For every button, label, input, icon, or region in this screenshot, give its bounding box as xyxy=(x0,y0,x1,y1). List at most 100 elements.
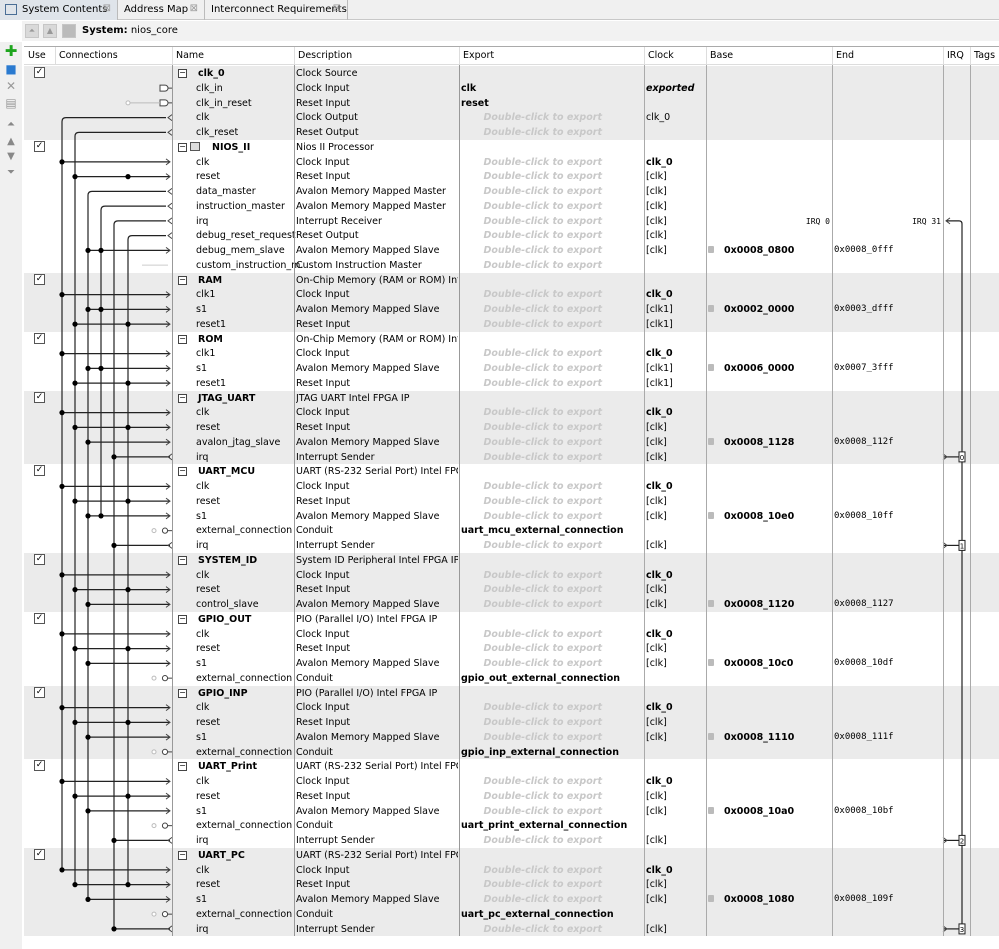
connection-dot xyxy=(85,601,91,608)
column-separator xyxy=(644,47,645,65)
irq-number: 0 xyxy=(960,454,964,462)
irq-bus-line xyxy=(946,220,963,929)
system-title: System: nios_core xyxy=(82,25,178,36)
conduit-unconnected-dot xyxy=(151,749,157,755)
column-header-use[interactable]: Use xyxy=(24,50,55,64)
tab-label: Address Map xyxy=(124,4,189,15)
column-header-export[interactable]: Export xyxy=(459,50,644,64)
connection-dot xyxy=(72,174,78,180)
move-top-icon[interactable]: ⏶ xyxy=(4,118,18,132)
connection-dot xyxy=(59,705,65,711)
column-header-tags[interactable]: Tags xyxy=(970,50,999,64)
connection-dot xyxy=(72,793,78,799)
column-divider xyxy=(294,65,295,936)
net-line-reset xyxy=(74,131,166,885)
connection-dot xyxy=(98,513,104,519)
connection-dot xyxy=(72,646,78,652)
conduit-icon xyxy=(161,675,169,682)
hierarchy-icon[interactable] xyxy=(62,24,76,38)
column-separator xyxy=(970,47,971,65)
conduit-unconnected-dot xyxy=(151,823,157,829)
system-bar: ⏶ ▲ System: nios_core xyxy=(22,21,999,41)
connection-dot xyxy=(125,882,131,888)
column-divider xyxy=(970,65,971,936)
up-button[interactable]: ▲ xyxy=(43,24,57,38)
conduit-icon xyxy=(161,527,169,534)
column-header-end[interactable]: End xyxy=(832,50,943,64)
tab-system-contents[interactable]: System Contents ⊠ xyxy=(0,0,118,20)
connection-dot xyxy=(98,247,104,253)
connection-dot xyxy=(111,542,117,548)
conduit-unconnected-dot xyxy=(151,911,157,917)
connection-dot xyxy=(59,159,65,165)
close-tab-icon[interactable]: ⊠ xyxy=(103,3,111,14)
export-icon xyxy=(159,99,172,107)
connection-dot xyxy=(72,380,78,386)
move-bottom-icon[interactable]: ⏷ xyxy=(4,166,18,180)
connection-dot xyxy=(111,454,117,460)
connection-dot xyxy=(85,660,91,667)
connection-dot xyxy=(111,926,117,932)
column-header-description[interactable]: Description xyxy=(294,50,459,64)
column-header-name[interactable]: Name xyxy=(172,50,294,64)
move-down-icon[interactable]: ▼ xyxy=(4,150,18,164)
remove-icon[interactable]: ✕ xyxy=(4,79,18,93)
column-header-base[interactable]: Base xyxy=(706,50,832,64)
irq-number: 3 xyxy=(960,926,964,934)
edit-icon[interactable]: ▤ xyxy=(4,96,18,110)
connection-dot xyxy=(111,837,117,844)
connection-dot xyxy=(125,498,131,504)
close-tab-icon[interactable]: ⊠ xyxy=(190,3,198,14)
conduit-unconnected-dot xyxy=(151,528,157,534)
column-separator xyxy=(294,47,295,65)
connection-dot xyxy=(59,631,65,637)
column-separator xyxy=(55,47,56,65)
connect-icon[interactable]: ■ xyxy=(4,62,18,76)
connection-dot xyxy=(125,380,131,386)
conduit-unconnected-dot xyxy=(151,675,157,681)
connection-dot xyxy=(72,498,78,504)
tab-interconnect-requirements[interactable]: Interconnect Requirements ⊠ xyxy=(205,0,348,20)
connection-dot xyxy=(85,513,91,519)
connection-dot xyxy=(125,424,131,430)
connection-dot xyxy=(59,483,65,489)
column-header-irq[interactable]: IRQ xyxy=(943,50,970,64)
connection-dot xyxy=(85,734,91,740)
table-header: Use Connections Name Description Export Clock… xyxy=(24,47,999,65)
connection-dot xyxy=(59,778,65,785)
connection-dot xyxy=(125,646,131,652)
column-separator xyxy=(832,47,833,65)
move-up-icon[interactable]: ▲ xyxy=(4,135,18,149)
collapse-top-button[interactable]: ⏶ xyxy=(25,24,39,38)
connection-dot xyxy=(59,867,65,873)
unconnected-dot xyxy=(125,100,131,106)
connection-dot xyxy=(125,587,131,593)
conduit-icon xyxy=(161,911,169,918)
add-icon[interactable]: ✚ xyxy=(4,44,18,59)
connection-dot xyxy=(85,439,91,445)
system-contents-icon xyxy=(5,4,17,15)
column-header-connections[interactable]: Connections xyxy=(55,50,172,64)
connection-dot xyxy=(59,351,65,357)
conduit-icon xyxy=(161,748,169,756)
connection-dot xyxy=(59,572,65,578)
irq-number: 1 xyxy=(960,542,964,550)
connection-dot xyxy=(125,174,131,180)
connection-dot xyxy=(85,808,91,814)
close-tab-icon[interactable]: ⊠ xyxy=(333,3,341,14)
system-name: nios_core xyxy=(130,25,178,36)
connections-diagram: 0 1 2 3 xyxy=(59,84,966,935)
connection-dot xyxy=(125,719,131,726)
connection-dot xyxy=(125,793,131,799)
column-divider xyxy=(706,65,707,936)
connection-dot xyxy=(72,719,78,726)
column-divider xyxy=(459,65,460,936)
column-header-clock[interactable]: Clock xyxy=(644,50,706,64)
connection-dot xyxy=(72,321,78,327)
connection-dot xyxy=(72,882,78,888)
column-divider xyxy=(832,65,833,936)
column-divider xyxy=(644,65,645,936)
column-divider xyxy=(943,65,944,936)
tab-address-map[interactable]: Address Map ⊠ xyxy=(118,0,205,20)
connection-dot xyxy=(85,306,91,312)
